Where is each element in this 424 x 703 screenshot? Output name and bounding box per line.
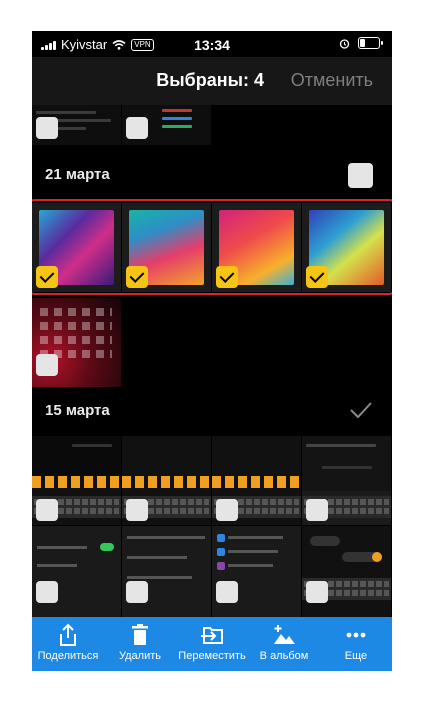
select-checkbox[interactable] [126, 499, 148, 521]
add-to-album-icon [274, 625, 295, 644]
select-checkbox[interactable] [126, 581, 148, 603]
select-checkbox[interactable] [126, 117, 148, 139]
share-button[interactable]: Поделиться [32, 617, 104, 671]
select-checkbox[interactable] [36, 499, 58, 521]
select-checkbox[interactable] [306, 581, 328, 603]
cancel-button[interactable]: Отменить [291, 70, 373, 91]
status-time: 13:34 [194, 37, 230, 53]
select-checkbox[interactable] [306, 499, 328, 521]
selection-header: Выбраны: 4 Отменить [32, 57, 392, 105]
photo-thumb[interactable] [122, 436, 211, 525]
more-label: Еще [344, 650, 368, 662]
select-checkbox[interactable] [36, 581, 58, 603]
photo-thumb[interactable] [212, 436, 301, 525]
section-date: 15 марта [45, 402, 110, 419]
photo-thumb[interactable] [32, 526, 121, 617]
select-checkbox[interactable] [216, 581, 238, 603]
photo-thumb[interactable] [302, 526, 391, 617]
share-icon [60, 623, 76, 646]
alarm-icon [339, 38, 350, 49]
photo-thumb[interactable] [302, 436, 391, 525]
select-checkbox[interactable] [36, 117, 58, 139]
select-checkbox[interactable] [216, 499, 238, 521]
battery-icon [358, 37, 383, 49]
select-checkbox[interactable] [36, 354, 58, 376]
delete-label: Удалить [119, 650, 161, 662]
checkmark-icon[interactable] [349, 400, 373, 420]
status-bar: Kyivstar VPN 13:34 [32, 31, 392, 57]
action-toolbar: Поделиться Удалить Переместить В альбом … [32, 617, 392, 671]
selection-count-title: Выбраны: 4 [156, 70, 264, 90]
photo-thumb[interactable] [32, 105, 121, 145]
select-section-checkbox[interactable] [348, 163, 373, 188]
photo-thumb[interactable] [122, 526, 211, 617]
more-icon [346, 632, 366, 638]
trash-icon [132, 624, 148, 645]
selection-highlight [32, 199, 392, 295]
photo-thumb[interactable] [212, 526, 301, 617]
move-to-folder-icon [201, 627, 223, 644]
more-button[interactable]: Еще [320, 617, 392, 671]
add-to-album-label: В альбом [259, 650, 309, 662]
move-label: Переместить [178, 650, 246, 662]
phone-screen: Kyivstar VPN 13:34 Выбраны: 4 Отменить 2… [32, 31, 392, 671]
share-label: Поделиться [37, 650, 99, 662]
photo-grid[interactable]: 21 марта 15 марта [32, 105, 392, 617]
section-date: 21 марта [45, 166, 110, 183]
photo-thumb[interactable] [122, 105, 211, 145]
add-to-album-button[interactable]: В альбом [248, 617, 320, 671]
delete-button[interactable]: Удалить [104, 617, 176, 671]
move-button[interactable]: Переместить [176, 617, 248, 671]
photo-thumb[interactable] [32, 436, 121, 525]
photo-thumb[interactable] [32, 298, 121, 387]
